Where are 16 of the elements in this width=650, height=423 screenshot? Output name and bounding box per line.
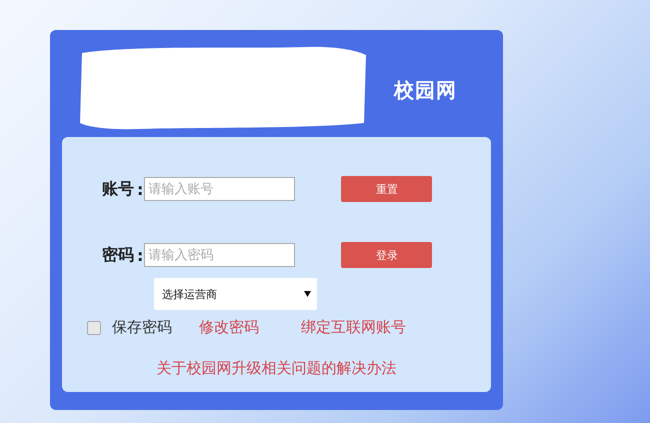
colon: :	[137, 246, 144, 264]
login-button[interactable]: 登录	[341, 242, 432, 268]
field-label: 密码	[102, 244, 134, 266]
bind-account-link[interactable]: 绑定互联网账号	[301, 318, 406, 337]
carrier-dropdown[interactable]: 选择运营商	[154, 278, 317, 310]
reset-button[interactable]: 重置	[341, 176, 432, 202]
dropdown-caret-icon	[304, 291, 311, 297]
change-password-link[interactable]: 修改密码	[199, 318, 259, 337]
account-field[interactable]: 请输入账号	[144, 177, 296, 201]
colon: :	[137, 180, 144, 198]
remember-label: 保存密码	[112, 318, 172, 337]
password-field[interactable]: 请输入密码	[144, 243, 296, 267]
field-label: 账号	[102, 178, 134, 200]
remember-checkbox[interactable]	[87, 320, 101, 334]
help-link[interactable]: 关于校园网升级相关问题的解决办法	[156, 359, 396, 377]
logo-text: 校园网	[394, 77, 457, 104]
